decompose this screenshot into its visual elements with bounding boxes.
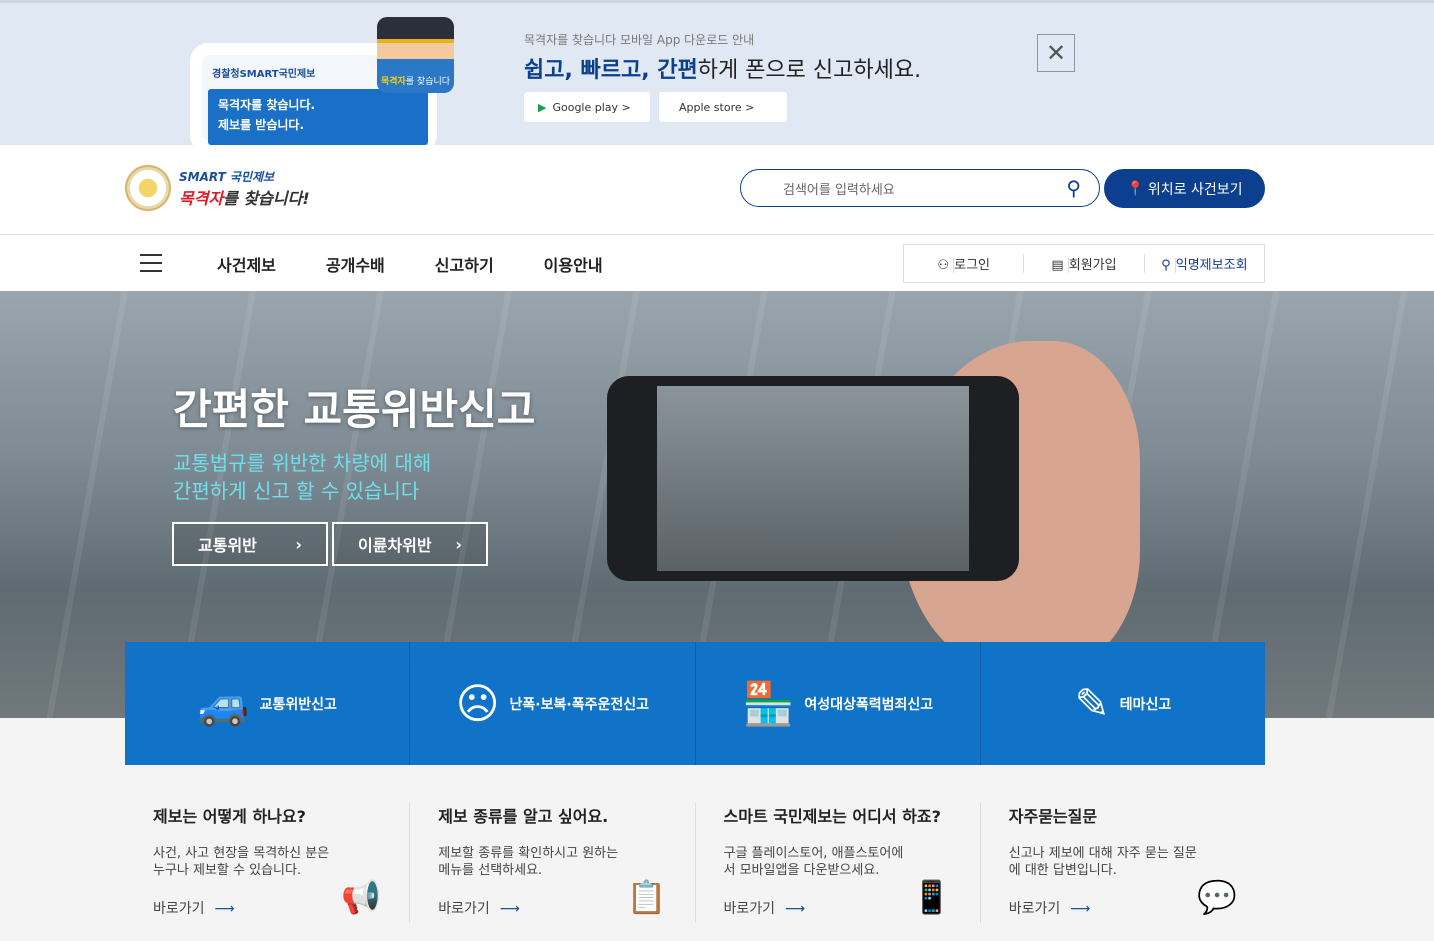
faq-title: 자주묻는질문 bbox=[1008, 807, 1098, 826]
store-shield-icon: 🏪 bbox=[742, 678, 795, 728]
faq-title: 스마트 국민제보는 어디서 하죠? bbox=[723, 807, 941, 826]
faq-item: 제보는 어떻게 하나요? 사건, 사고 현장을 목격하신 분은 누구나 제보할 수… bbox=[125, 803, 409, 923]
anonymous-lookup-link[interactable]: ⚲ 익명제보조회 bbox=[1143, 254, 1264, 273]
goto-link[interactable]: 바로가기 ⟶ bbox=[1009, 898, 1091, 918]
banner-subtitle: 목격자를 찾습니다 모바일 App 다운로드 안내 bbox=[524, 33, 755, 47]
apple-store-label: Apple store > bbox=[679, 100, 755, 114]
car-angry-face-icon: ☹ bbox=[455, 679, 500, 728]
mobile-phone-icon: 📱 bbox=[911, 878, 952, 916]
megaphone-icon: 📢 bbox=[341, 878, 382, 916]
search-small-icon: ⚲ bbox=[1161, 258, 1175, 273]
arrow-right-icon: ⟶ bbox=[1070, 901, 1091, 917]
arrow-right-icon: ⟶ bbox=[785, 901, 806, 917]
arrow-right-icon: ⟶ bbox=[499, 901, 520, 917]
search-input[interactable]: 검색어를 입력하세요 ⚲ bbox=[740, 169, 1100, 207]
hero-sub1: 교통법규를 위반한 차량에 대해 bbox=[173, 451, 432, 475]
card-label: 여성대상폭력범죄신고 bbox=[804, 696, 934, 713]
arrow-right-icon: ⟶ bbox=[214, 901, 235, 917]
hero-title: 간편한 교통위반신고 bbox=[173, 385, 536, 434]
faq-title: 제보는 어떻게 하나요? bbox=[153, 807, 306, 826]
search-placeholder: 검색어를 입력하세요 bbox=[783, 182, 895, 198]
goto-link[interactable]: 바로가기 ⟶ bbox=[153, 898, 235, 918]
main-nav: 사건제보 공개수배 신고하기 이용안내 ⚇ 로그인 ▤ 회원가입 ⚲ 익명제보조… bbox=[0, 235, 1434, 291]
traffic-violation-label: 교통위반 bbox=[198, 536, 257, 555]
faq-desc: 구글 플레이스토어, 애플스토어에서 모바일앱을 다운받으세요. bbox=[723, 846, 904, 878]
phone-line1: 목격자를 찾습니다. bbox=[218, 98, 316, 112]
nav-item-guide[interactable]: 이용안내 bbox=[544, 252, 603, 276]
motorcycle-violation-button[interactable]: 이륜차위반 › bbox=[332, 522, 488, 566]
card-theme-report[interactable]: ✎ 테마신고 bbox=[979, 642, 1265, 765]
apple-store-button[interactable]: Apple store > bbox=[659, 92, 787, 122]
goto-label: 바로가기 bbox=[1008, 901, 1061, 917]
faq-desc: 신고나 제보에 대해 자주 묻는 질문에 대한 답변입니다. bbox=[1008, 846, 1197, 878]
goto-label: 바로가기 bbox=[723, 901, 776, 917]
phone-image bbox=[607, 376, 1019, 581]
chat-bubble-icon: 💬 bbox=[1197, 878, 1237, 916]
site-header: SMART 국민제보목격자를 찾습니다! 검색어를 입력하세요 ⚲ 📍 위치로 사건… bbox=[0, 145, 1434, 235]
phone-line2: 제보를 받습니다. bbox=[218, 118, 305, 132]
pen-edit-icon: ✎ bbox=[1074, 679, 1110, 728]
goto-link[interactable]: 바로가기 ⟶ bbox=[724, 898, 806, 918]
logo-strong: 목격자 bbox=[179, 188, 224, 208]
card-label: 난폭·보복·폭주운전신고 bbox=[509, 696, 649, 713]
search-icon[interactable]: ⚲ bbox=[1066, 176, 1081, 200]
utility-links: ⚇ 로그인 ▤ 회원가입 ⚲ 익명제보조회 bbox=[903, 244, 1265, 283]
goto-label: 바로가기 bbox=[153, 901, 205, 917]
mascot-app-icon: 목격자를 찾습니다 bbox=[377, 17, 454, 93]
card-reckless-driving[interactable]: ☹ 난폭·보복·폭주운전신고 bbox=[409, 642, 694, 765]
faq-desc: 사건, 사고 현장을 목격하신 분은 누구나 제보할 수 있습니다. bbox=[153, 846, 330, 878]
chevron-right-icon: › bbox=[455, 534, 462, 554]
faq-item: 스마트 국민제보는 어디서 하죠? 구글 플레이스토어, 애플스토어에서 모바일앱… bbox=[694, 803, 980, 923]
nav-item-report[interactable]: 사건제보 bbox=[217, 252, 276, 276]
checklist-icon: 📋 bbox=[626, 878, 667, 916]
faq-item: 자주묻는질문신고나 제보에 대해 자주 묻는 질문에 대한 답변입니다. 바로가기… bbox=[979, 803, 1265, 923]
report-category-cards: 🚙 교통위반신고 ☹ 난폭·보복·폭주운전신고 🏪 여성대상폭력범죄신고 ✎ 테마신고 bbox=[125, 642, 1265, 765]
nav-item-wanted[interactable]: 공개수배 bbox=[326, 252, 385, 276]
location-view-button[interactable]: 📍 위치로 사건보기 bbox=[1104, 169, 1265, 208]
logo-rest: 를 찾습니다! bbox=[223, 188, 310, 208]
site-logo[interactable]: SMART 국민제보목격자를 찾습니다! bbox=[125, 165, 310, 211]
car-document-icon: 🚙 bbox=[197, 678, 250, 728]
close-banner-button[interactable]: ✕ bbox=[1037, 34, 1075, 72]
join-label: 회원가입 bbox=[1067, 258, 1117, 273]
anon-label: 익명제보조회 bbox=[1174, 258, 1248, 273]
user-icon: ⚇ bbox=[937, 258, 954, 273]
card-traffic-violation[interactable]: 🚙 교통위반신고 bbox=[125, 642, 409, 765]
card-women-violence[interactable]: 🏪 여성대상폭력범죄신고 bbox=[694, 642, 980, 765]
card-label: 교통위반신고 bbox=[259, 696, 337, 713]
hamburger-menu-icon[interactable] bbox=[140, 254, 162, 272]
nav-item-declare[interactable]: 신고하기 bbox=[435, 252, 494, 276]
join-link[interactable]: ▤ 회원가입 bbox=[1023, 254, 1143, 273]
hero-sub2: 간편하게 신고 할 수 있습니다 bbox=[173, 479, 420, 503]
login-link[interactable]: ⚇ 로그인 bbox=[904, 254, 1023, 273]
faq-title: 제보 종류를 알고 싶어요. bbox=[438, 807, 609, 826]
mascot-rest: 를 찾습니다 bbox=[405, 77, 451, 87]
banner-title-rest: 하게 폰으로 신고하세요. bbox=[697, 58, 922, 83]
faq-item: 제보 종류를 알고 싶어요. 제보할 종류를 확인하시고 원하는 메뉴를 선택하세… bbox=[409, 803, 694, 923]
faq-desc: 제보할 종류를 확인하시고 원하는 메뉴를 선택하세요. bbox=[438, 846, 619, 878]
logo-line1: SMART 국민제보 bbox=[179, 169, 275, 184]
police-emblem-icon bbox=[125, 165, 171, 211]
location-pin-icon: 📍 bbox=[1126, 180, 1144, 197]
goto-label: 바로가기 bbox=[438, 901, 490, 917]
banner-title: 쉽고, 빠르고, 간편하게 폰으로 신고하세요. bbox=[524, 52, 921, 84]
mascot-strong: 목격자 bbox=[380, 77, 406, 87]
goto-link[interactable]: 바로가기 ⟶ bbox=[438, 898, 520, 918]
card-label: 테마신고 bbox=[1119, 696, 1172, 713]
play-icon: ▶ bbox=[538, 100, 547, 114]
traffic-violation-button[interactable]: 교통위반 › bbox=[172, 522, 328, 566]
location-view-label: 위치로 사건보기 bbox=[1147, 181, 1243, 198]
chevron-right-icon: › bbox=[295, 534, 302, 554]
app-download-banner: 경찰청SMART국민제보 목격자를 찾습니다. 제보를 받습니다. 목격자를 찾습… bbox=[0, 0, 1434, 153]
google-play-label: Google play > bbox=[552, 100, 631, 114]
login-label: 로그인 bbox=[953, 258, 990, 273]
google-play-button[interactable]: ▶ Google play > bbox=[524, 92, 650, 122]
motorcycle-violation-label: 이륜차위반 bbox=[358, 536, 432, 555]
banner-title-bold: 쉽고, 빠르고, 간편 bbox=[524, 58, 698, 83]
document-icon: ▤ bbox=[1051, 258, 1068, 273]
phone-brand: 경찰청SMART국민제보 bbox=[212, 69, 316, 80]
